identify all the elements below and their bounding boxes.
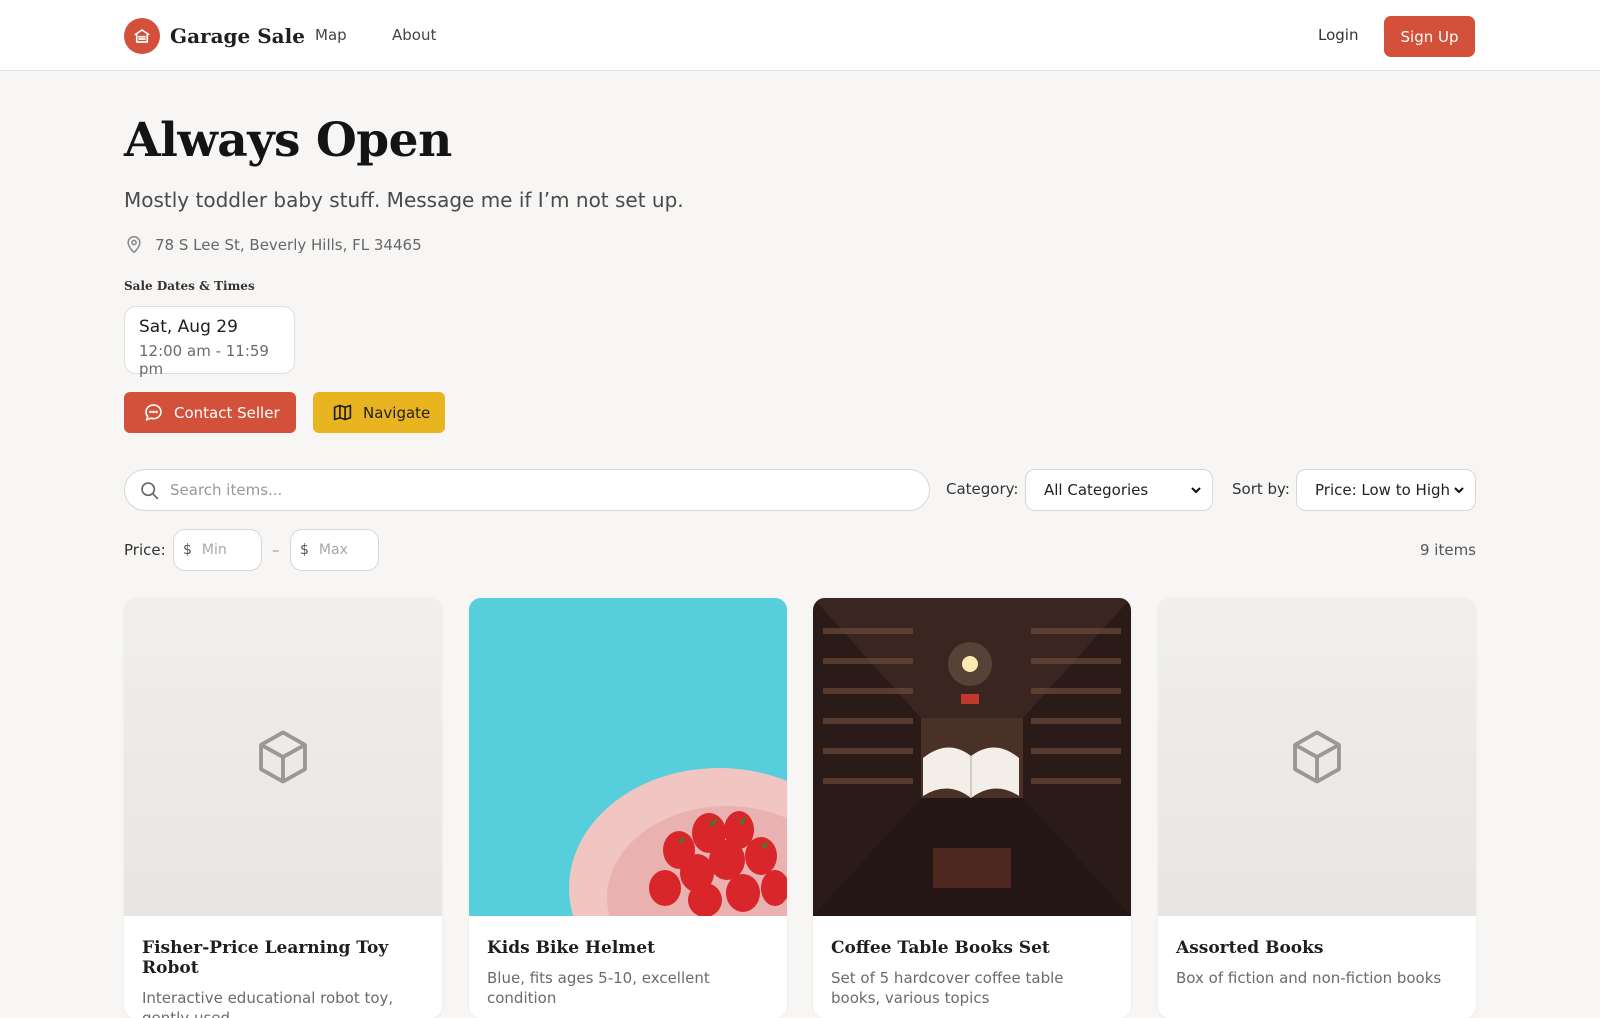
item-description: Interactive educational robot toy, gentl… — [142, 989, 394, 1018]
sale-date-time: 12:00 am - 11:59 pm — [139, 342, 269, 378]
price-min-placeholder: Min — [201, 542, 227, 558]
item-description: Set of 5 hardcover coffee table books, v… — [831, 969, 1064, 1007]
item-card[interactable]: Coffee Table Books Set Set of 5 hardcove… — [813, 598, 1131, 1018]
nav-link-about[interactable]: About — [392, 26, 436, 44]
item-title: Fisher-Price Learning Toy Robot — [142, 938, 389, 978]
contact-seller-label: Contact Seller — [174, 403, 280, 422]
signup-button[interactable]: Sign Up — [1384, 16, 1475, 57]
sale-description: Mostly toddler baby stuff. Message me if… — [124, 188, 684, 212]
sort-select[interactable]: Price: Low to High — [1296, 469, 1476, 511]
price-max-placeholder: Max — [318, 542, 348, 558]
address-text: 78 S Lee St, Beverly Hills, FL 34465 — [155, 236, 422, 254]
sale-address: 78 S Lee St, Beverly Hills, FL 34465 — [124, 235, 422, 255]
search-input[interactable] — [170, 481, 870, 499]
category-select-value: All Categories — [1044, 481, 1149, 499]
category-select[interactable]: All Categories — [1025, 469, 1213, 511]
sale-dates-heading: Sale Dates & Times — [124, 279, 255, 293]
item-image-placeholder — [1158, 598, 1476, 916]
item-card[interactable]: Kids Bike Helmet Blue, fits ages 5-10, e… — [469, 598, 787, 1018]
item-card[interactable]: Assorted Books Box of fiction and non-fi… — [1158, 598, 1476, 1018]
chat-bubble-icon — [145, 404, 162, 421]
currency-symbol: $ — [300, 542, 309, 558]
price-label: Price: — [124, 541, 166, 559]
storefront-logo-icon — [124, 18, 160, 54]
login-link[interactable]: Login — [1318, 26, 1358, 44]
brand-home-link[interactable]: Garage Sale — [124, 18, 305, 54]
item-photo-library — [813, 598, 1131, 916]
item-title: Kids Bike Helmet — [487, 938, 655, 958]
sale-title: Always Open — [124, 113, 452, 168]
item-description: Box of fiction and non-fiction books — [1176, 969, 1442, 987]
category-label: Category: — [946, 480, 1019, 498]
item-title: Coffee Table Books Set — [831, 938, 1050, 958]
map-icon — [333, 404, 352, 421]
sale-date-card: Sat, Aug 29 12:00 am - 11:59 pm — [124, 306, 295, 378]
search-icon — [141, 481, 159, 499]
chevron-down-icon — [1191, 487, 1201, 493]
location-pin-icon — [127, 235, 141, 254]
brand-name: Garage Sale — [170, 24, 305, 48]
currency-symbol: $ — [183, 542, 192, 558]
sale-date-day: Sat, Aug 29 — [139, 317, 238, 337]
box-icon — [259, 730, 307, 784]
price-min-input[interactable]: $ Min — [173, 529, 262, 571]
contact-seller-button[interactable]: Contact Seller — [124, 392, 296, 433]
sort-label: Sort by: — [1232, 480, 1290, 498]
item-count: 9 items — [1419, 541, 1476, 559]
nav-link-map[interactable]: Map — [315, 26, 347, 44]
top-navbar: Garage Sale Map About Login Sign Up — [0, 0, 1600, 71]
item-title: Assorted Books — [1176, 938, 1324, 958]
chevron-down-icon — [1454, 487, 1464, 493]
price-range-separator: – — [272, 541, 280, 559]
search-bar — [124, 469, 930, 511]
item-card[interactable]: Fisher-Price Learning Toy Robot Interact… — [124, 598, 442, 1018]
navigate-label: Navigate — [363, 403, 431, 422]
navigate-button[interactable]: Navigate — [313, 392, 445, 433]
item-photo-strawberries — [469, 598, 787, 916]
sort-select-value: Price: Low to High — [1315, 481, 1451, 499]
box-icon — [1293, 730, 1341, 784]
item-image-placeholder — [124, 598, 442, 916]
price-max-input[interactable]: $ Max — [290, 529, 379, 571]
item-description: Blue, fits ages 5-10, excellent conditio… — [487, 969, 710, 1007]
